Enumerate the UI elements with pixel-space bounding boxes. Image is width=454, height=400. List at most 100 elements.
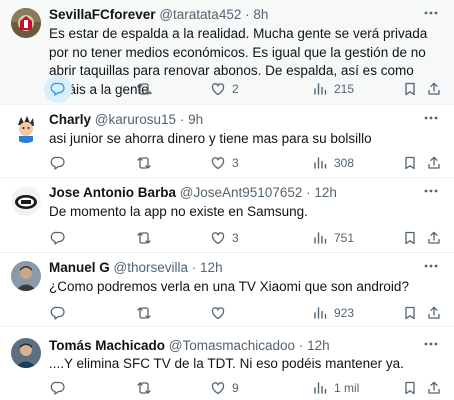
avatar[interactable]	[11, 113, 41, 143]
heart-icon	[211, 157, 225, 170]
like-button[interactable]: 2	[210, 79, 239, 99]
views-button[interactable]: 1 mil	[312, 378, 359, 398]
reply-highlight	[44, 75, 72, 103]
like-button[interactable]: 3	[210, 153, 239, 173]
share-button[interactable]	[426, 79, 442, 99]
views-chart-icon	[314, 232, 327, 244]
reply-icon	[50, 82, 65, 96]
tweet-actions: 9 1 mil	[0, 378, 454, 398]
reply-icon	[50, 306, 65, 320]
author-name[interactable]: Manuel G	[49, 260, 110, 275]
retweet-button[interactable]	[136, 153, 152, 173]
views-button[interactable]: 923	[312, 303, 354, 323]
timestamp[interactable]: 12h	[307, 338, 330, 353]
avatar-photo-icon	[11, 8, 41, 38]
bookmark-button[interactable]	[402, 153, 418, 173]
author-handle[interactable]: @taratata452	[159, 7, 241, 22]
avatar[interactable]	[11, 186, 41, 216]
bookmark-icon	[405, 306, 415, 320]
reply-button[interactable]	[50, 228, 66, 248]
like-count: 9	[232, 381, 239, 395]
person-avatar-icon	[11, 261, 41, 291]
author-handle[interactable]: @JoseAnt95107652	[180, 185, 303, 200]
avatar[interactable]	[11, 8, 41, 38]
share-button[interactable]	[426, 303, 442, 323]
reply-button[interactable]	[50, 378, 66, 398]
retweet-icon	[137, 307, 151, 319]
views-button[interactable]: 308	[312, 153, 354, 173]
avatar[interactable]	[11, 261, 41, 291]
tweet[interactable]: SevillaFCforever @taratata452 · 8h Es es…	[0, 0, 454, 105]
separator: ·	[179, 112, 185, 127]
tweet-header: SevillaFCforever @taratata452 · 8h	[49, 6, 268, 24]
views-button[interactable]: 215	[312, 79, 354, 99]
reply-button[interactable]	[50, 303, 66, 323]
separator: ·	[191, 260, 197, 275]
retweet-button[interactable]	[136, 303, 152, 323]
more-options-icon[interactable]	[422, 4, 440, 22]
author-handle[interactable]: @thorsevilla	[114, 260, 188, 275]
like-count: 3	[232, 156, 239, 170]
bookmark-button[interactable]	[402, 228, 418, 248]
retweet-icon	[137, 83, 151, 95]
separator: ·	[245, 7, 250, 22]
author-name[interactable]: Jose Antonio Barba	[49, 185, 176, 200]
person-avatar-icon	[11, 338, 41, 368]
share-icon	[428, 156, 440, 169]
heart-icon	[211, 307, 225, 320]
tweet[interactable]: Jose Antonio Barba @JoseAnt95107652 · 12…	[0, 178, 454, 253]
retweet-icon	[137, 157, 151, 169]
heart-icon	[211, 232, 225, 245]
retweet-button[interactable]	[136, 79, 152, 99]
tweet-text: De momento la app no existe en Samsung.	[49, 204, 308, 219]
bookmark-button[interactable]	[402, 378, 418, 398]
tweet-actions: 3 751	[0, 228, 454, 248]
more-options-icon[interactable]	[422, 109, 440, 127]
like-button[interactable]: 9	[210, 378, 239, 398]
more-options-icon[interactable]	[422, 335, 440, 353]
view-count: 751	[334, 231, 355, 245]
author-handle[interactable]: @karurosu15	[95, 112, 176, 127]
view-count: 215	[334, 82, 355, 96]
author-handle[interactable]: @Tomasmachicadoo	[169, 338, 295, 353]
author-name[interactable]: Charly	[49, 112, 91, 127]
tweet[interactable]: Tomás Machicado @Tomasmachicadoo · 12h .…	[0, 327, 454, 400]
bookmark-button[interactable]	[402, 79, 418, 99]
like-button[interactable]	[210, 303, 232, 323]
share-button[interactable]	[426, 378, 442, 398]
timestamp[interactable]: 12h	[200, 260, 223, 275]
share-button[interactable]	[426, 153, 442, 173]
tweet[interactable]: Charly @karurosu15 · 9h asi junior se ah…	[0, 105, 454, 178]
timestamp[interactable]: 12h	[314, 185, 337, 200]
heart-icon	[211, 83, 225, 96]
reply-icon	[50, 231, 65, 245]
timestamp[interactable]: 8h	[253, 7, 268, 22]
retweet-button[interactable]	[136, 378, 152, 398]
like-count: 3	[232, 231, 239, 245]
author-name[interactable]: SevillaFCforever	[49, 7, 156, 22]
author-name[interactable]: Tomás Machicado	[49, 338, 165, 353]
separator: ·	[306, 185, 311, 200]
tweet-actions: 3 308	[0, 153, 454, 173]
tweet[interactable]: Manuel G @thorsevilla · 12h ¿Como podrem…	[0, 253, 454, 327]
logo-avatar-icon	[11, 186, 41, 216]
avatar[interactable]	[11, 338, 41, 368]
more-options-icon[interactable]	[422, 257, 440, 275]
like-button[interactable]: 3	[210, 228, 239, 248]
reply-icon	[50, 381, 65, 395]
bookmark-button[interactable]	[402, 303, 418, 323]
heart-icon	[211, 382, 225, 395]
retweet-icon	[137, 232, 151, 244]
views-button[interactable]: 751	[312, 228, 354, 248]
tweet-text: asi junior se ahorra dinero y tiene mas …	[49, 131, 372, 146]
views-chart-icon	[314, 307, 327, 319]
share-button[interactable]	[426, 228, 442, 248]
timestamp[interactable]: 9h	[188, 112, 203, 127]
bookmark-icon	[405, 82, 415, 96]
bookmark-icon	[405, 231, 415, 245]
separator: ·	[298, 338, 304, 353]
reply-button[interactable]	[50, 153, 66, 173]
more-options-icon[interactable]	[422, 182, 440, 200]
retweet-button[interactable]	[136, 228, 152, 248]
tweet-text: ¿Como podremos verla en una TV Xiaomi qu…	[49, 279, 409, 294]
